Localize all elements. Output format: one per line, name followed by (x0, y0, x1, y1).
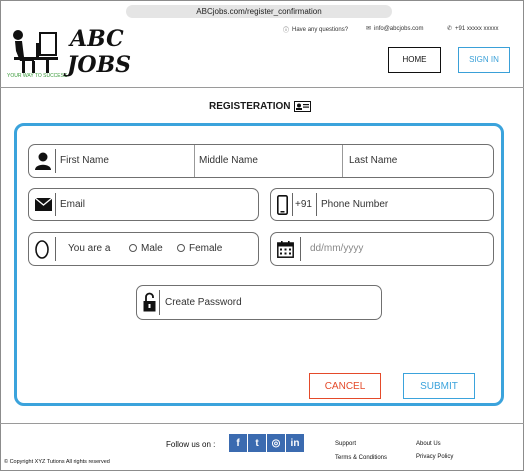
logo-text-jobs[interactable]: JOBS (67, 52, 131, 78)
mail-icon: ✉ (366, 26, 372, 32)
person-icon (35, 152, 51, 170)
page-title: REGISTERATION (209, 101, 312, 112)
phone-input[interactable]: Phone Number (321, 189, 388, 220)
gender-label: You are a (68, 243, 111, 254)
field-divider (300, 237, 301, 261)
field-divider (342, 145, 343, 177)
mobile-phone-icon (277, 195, 288, 215)
gender-circle-icon (35, 240, 49, 259)
contact-phone-text[interactable]: +91 xxxxx xxxxx (455, 26, 499, 32)
sign-in-button[interactable]: SIGN IN (458, 47, 510, 73)
social-links: f t ◎ in (229, 434, 304, 452)
contact-email[interactable]: ✉ info@abcjobs.com (366, 25, 423, 33)
radio-circle-icon (177, 244, 185, 253)
password-field[interactable]: Create Password (136, 285, 382, 320)
middle-name-input[interactable]: Middle Name (199, 145, 258, 177)
password-input[interactable]: Create Password (165, 286, 242, 319)
copyright-text: © Copyright XYZ Tutions All rights reser… (4, 459, 110, 465)
logo-tagline: YOUR WAY TO SUCCESS (7, 73, 68, 79)
field-divider (55, 193, 56, 216)
id-card-icon (294, 101, 312, 112)
browser-bar: ABCjobs.com/register_confirmation (0, 0, 524, 22)
gender-male-label: Male (141, 243, 163, 254)
field-divider (316, 193, 317, 216)
logo-text-abc[interactable]: ABC (70, 26, 124, 52)
name-field-group: First Name Middle Name Last Name (28, 144, 494, 178)
instagram-icon[interactable]: ◎ (267, 434, 285, 452)
header-divider (0, 87, 524, 88)
email-field[interactable]: Email (28, 188, 259, 221)
footer-link-support[interactable]: Support (335, 441, 356, 447)
logo-person-at-desk-icon (13, 30, 58, 73)
contact-phone[interactable]: ✆ +91 xxxxx xxxxx (447, 25, 499, 33)
dob-input[interactable]: dd/mm/yyyy (310, 233, 363, 265)
first-name-input[interactable]: First Name (60, 145, 109, 177)
gender-female-radio[interactable]: Female (177, 233, 222, 265)
envelope-icon (35, 198, 52, 211)
footer-link-about[interactable]: About Us (416, 441, 441, 447)
phone-prefix: +91 (295, 199, 312, 210)
gender-male-radio[interactable]: Male (129, 233, 163, 265)
cancel-button[interactable]: CANCEL (309, 373, 381, 399)
contact-question: ⓘ Have any questions? (283, 25, 349, 35)
footer-divider (0, 423, 524, 424)
dob-field[interactable]: dd/mm/yyyy (270, 232, 494, 266)
facebook-icon[interactable]: f (229, 434, 247, 452)
email-input[interactable]: Email (60, 189, 85, 220)
question-icon: ⓘ (283, 28, 290, 34)
follow-us-label: Follow us on : (166, 440, 216, 449)
unlock-icon (143, 292, 156, 312)
field-divider (55, 237, 56, 261)
radio-circle-icon (129, 244, 137, 253)
twitter-icon[interactable]: t (248, 434, 266, 452)
page-title-text: REGISTERATION (209, 101, 291, 112)
field-divider (55, 149, 56, 173)
contact-email-text[interactable]: info@abcjobs.com (374, 26, 423, 32)
home-button[interactable]: HOME (388, 47, 441, 73)
field-divider (159, 290, 160, 315)
contact-question-text: Have any questions? (292, 26, 349, 33)
field-divider (292, 193, 293, 216)
linkedin-icon[interactable]: in (286, 434, 304, 452)
calendar-icon (277, 241, 294, 258)
address-bar[interactable]: ABCjobs.com/register_confirmation (126, 5, 392, 18)
gender-female-label: Female (189, 243, 223, 254)
phone-field[interactable]: +91 Phone Number (270, 188, 494, 221)
last-name-input[interactable]: Last Name (349, 145, 397, 177)
field-divider (194, 145, 195, 177)
footer-link-privacy[interactable]: Privacy Policy (416, 454, 453, 460)
submit-button[interactable]: SUBMIT (403, 373, 475, 399)
footer-link-terms[interactable]: Terms & Conditions (335, 455, 387, 461)
phone-icon: ✆ (447, 26, 453, 32)
gender-field: You are a Male Female (28, 232, 259, 266)
site-header: YOUR WAY TO SUCCESS ABC JOBS ⓘ Have any … (0, 22, 524, 86)
